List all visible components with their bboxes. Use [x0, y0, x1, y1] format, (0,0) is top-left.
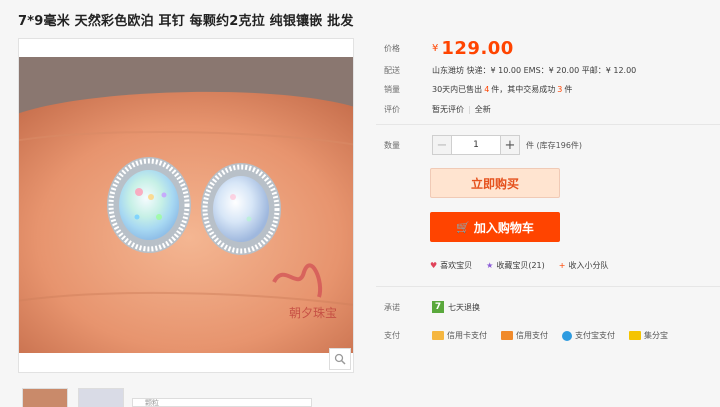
no-reviews-link[interactable]: 暂无评价	[432, 104, 464, 115]
sold-count: 4	[484, 85, 490, 94]
magnifier-icon	[334, 353, 346, 365]
product-gallery: 朝夕珠宝	[18, 38, 354, 373]
credit-card-icon	[432, 331, 444, 340]
sales-mid: 件，其中交易成功	[491, 85, 556, 94]
watermark-text: 朝夕珠宝	[289, 306, 337, 320]
thumbnail-1[interactable]	[22, 388, 68, 407]
stock-text: 件 (库存196件)	[526, 140, 583, 150]
add-to-cart-label: 加入购物车	[473, 220, 534, 235]
sales-prefix: 30天内已售出	[432, 85, 483, 94]
cart-icon: 🛒	[456, 220, 470, 234]
group-link[interactable]: + 收入小分队	[559, 260, 609, 271]
divider-line-2	[376, 286, 720, 287]
product-photo[interactable]: 朝夕珠宝	[19, 57, 353, 353]
promise-row: 承诺 7 七天退换	[384, 301, 480, 313]
alipay-icon	[562, 330, 572, 341]
condition-text: 全新	[474, 105, 491, 114]
jifenbao-label: 集分宝	[644, 331, 668, 340]
credit-payment[interactable]: 信用支付	[501, 330, 548, 341]
opal-earrings-image: 朝夕珠宝	[19, 57, 353, 353]
price-value: 129.00	[441, 38, 514, 59]
favorite-link[interactable]: ★ 收藏宝贝(21)	[486, 260, 545, 271]
quantity-label: 数量	[384, 140, 400, 150]
promise-label: 承诺	[384, 302, 400, 312]
buy-now-button[interactable]: 立即购买	[430, 168, 560, 198]
increase-button[interactable]: +	[500, 135, 520, 155]
success-count: 3	[557, 85, 563, 94]
jifenbao-payment[interactable]: 集分宝	[629, 330, 668, 341]
product-info-panel: 价格 ¥ 129.00 配送 山东潍坊 快递：¥ 10.00 EMS：¥ 20.…	[362, 34, 720, 407]
price-currency: ¥	[432, 43, 439, 54]
like-link[interactable]: ♥ 喜欢宝贝	[430, 260, 472, 271]
seven-day-badge-icon: 7	[432, 301, 444, 313]
credit-pay-label: 信用支付	[516, 331, 548, 340]
sales-suffix: 件	[564, 85, 573, 94]
decrease-button[interactable]: −	[432, 135, 452, 155]
alipay-label: 支付宝支付	[575, 331, 615, 340]
plus-icon: +	[558, 261, 566, 270]
star-icon: ★	[486, 261, 494, 270]
payment-methods: 信用卡支付 信用支付 支付宝支付 集分宝	[432, 330, 668, 341]
jifenbao-icon	[629, 331, 641, 340]
payment-row: 支付 信用卡支付 信用支付 支付宝支付 集分宝	[384, 330, 668, 341]
alipay-payment[interactable]: 支付宝支付	[562, 330, 615, 341]
sales-row: 销量 30天内已售出 4 件，其中交易成功 3 件	[384, 84, 572, 95]
like-label: 喜欢宝贝	[440, 261, 473, 270]
shipping-row: 配送 山东潍坊 快递：¥ 10.00 EMS：¥ 20.00 平邮：¥ 12.0…	[384, 65, 636, 76]
credit-pay-icon	[501, 331, 513, 340]
promise-text[interactable]: 七天退换	[448, 302, 480, 313]
payment-label: 支付	[384, 331, 400, 340]
add-to-cart-button[interactable]: 🛒 加入购物车	[430, 212, 560, 242]
price-row: 价格 ¥ 129.00	[384, 38, 514, 59]
shipping-label: 配送	[384, 66, 400, 75]
credit-card-payment[interactable]: 信用卡支付	[432, 330, 487, 341]
thumbnail-2[interactable]	[78, 388, 124, 407]
sales-label: 销量	[384, 85, 400, 94]
quantity-row: 数量 − 1 + 件 (库存196件)	[384, 135, 582, 155]
reviews-label: 评价	[384, 105, 400, 114]
heart-icon: ♥	[430, 261, 438, 270]
product-title: 7*9毫米 天然彩色欧泊 耳钉 每颗约2克拉 纯银镶嵌 批发	[18, 14, 354, 29]
quantity-stepper: − 1 +	[432, 135, 520, 155]
shipping-text: 山东潍坊 快递：¥ 10.00 EMS：¥ 20.00 平邮：¥ 12.00	[432, 66, 637, 75]
price-label: 价格	[384, 44, 400, 53]
action-links: ♥ 喜欢宝贝 ★ 收藏宝贝(21) + 收入小分队	[430, 260, 608, 271]
thumbnail-list	[22, 388, 124, 407]
reviews-row: 评价 暂无评价 | 全新	[384, 104, 491, 115]
favorite-label: 收藏宝贝(21)	[496, 261, 545, 270]
thumb-strip: 颗粒	[132, 398, 312, 407]
divider-line	[376, 124, 720, 125]
quantity-input[interactable]: 1	[452, 135, 500, 155]
group-label: 收入小分队	[568, 261, 609, 270]
credit-card-label: 信用卡支付	[447, 331, 487, 340]
zoom-button[interactable]	[329, 348, 351, 370]
divider: |	[468, 105, 471, 114]
